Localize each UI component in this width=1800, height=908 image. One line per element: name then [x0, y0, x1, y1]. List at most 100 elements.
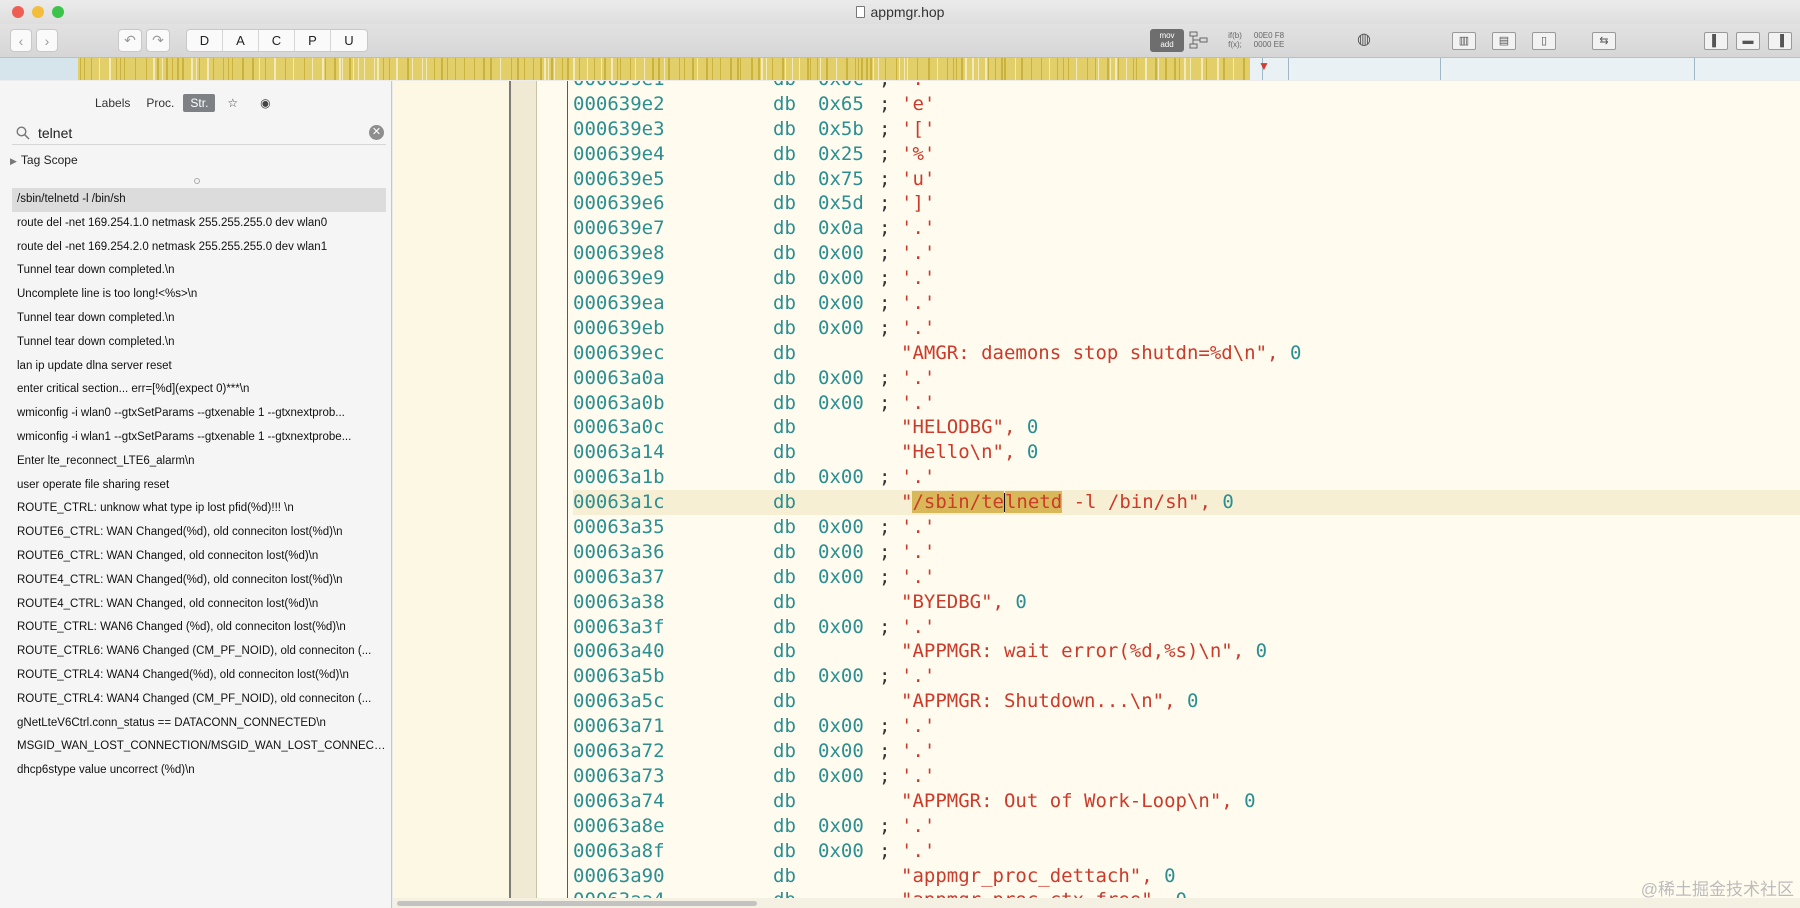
disassembly-view[interactable]: 000639e1db0x0c;'.'000639e2db0x65;'e'0006… — [393, 81, 1800, 908]
string-result-item[interactable]: MSGID_WAN_LOST_CONNECTION/MSGID_WAN_LOST… — [12, 735, 386, 759]
disasm-line[interactable]: 00063a40 db "APPMGR: wait error(%d,%s)\n",… — [573, 639, 1800, 664]
string-result-item[interactable]: ROUTE6_CTRL: WAN Changed(%d), old connec… — [12, 521, 386, 545]
search-input[interactable] — [38, 124, 358, 141]
undo-button[interactable]: ↶ — [118, 29, 142, 52]
back-button[interactable]: ‹ — [10, 29, 32, 52]
disasm-line[interactable]: 00063a3f db 0x00; '.' — [573, 615, 1800, 640]
toggle-bottom-panel-button[interactable]: ▬ — [1736, 32, 1760, 50]
string-result-item[interactable]: route del -net 169.254.2.0 netmask 255.2… — [12, 236, 386, 260]
disasm-line[interactable]: 00063a8e db 0x00; '.' — [573, 814, 1800, 839]
string-result-item[interactable]: enter critical section... err=[%d](expec… — [12, 378, 386, 402]
horizontal-scrollbar[interactable] — [393, 898, 1800, 908]
disasm-line[interactable]: 00063a5b db 0x00; '.' — [573, 664, 1800, 689]
string-result-item[interactable]: ROUTE_CTRL4: WAN4 Changed (CM_PF_NOID), … — [12, 688, 386, 712]
type-data-button[interactable]: D — [187, 30, 223, 51]
swap-panes-button[interactable]: ⇆ — [1592, 32, 1616, 50]
string-result-item[interactable]: ROUTE_CTRL4: WAN4 Changed(%d), old conne… — [12, 664, 386, 688]
single-pane-button[interactable]: ▯ — [1532, 32, 1556, 50]
disasm-line[interactable]: 000639e9 db 0x00; '.' — [573, 266, 1800, 291]
tab-tags-dot-icon[interactable]: ◉ — [250, 94, 280, 112]
tab-labels[interactable]: Labels — [88, 94, 137, 112]
string-result-item[interactable]: wmiconfig -i wlan0 --gtxSetParams --gtxe… — [12, 402, 386, 426]
disasm-line-selected[interactable]: 00063a1cdb"/sbin/telnetd -l /bin/sh", 0;… — [573, 490, 1800, 516]
clear-search-icon[interactable]: ✕ — [369, 125, 384, 140]
disasm-line[interactable]: 00063a37 db 0x00; '.' — [573, 565, 1800, 590]
redo-button[interactable]: ↷ — [146, 29, 170, 52]
tab-procedures[interactable]: Proc. — [139, 94, 181, 112]
cfg-mode-button[interactable] — [1182, 29, 1216, 52]
disasm-line[interactable]: 00063a74 db "APPMGR: Out of Work-Loop\n", … — [573, 789, 1800, 814]
string-result-item[interactable]: /sbin/telnetd -l /bin/sh — [12, 188, 386, 212]
disasm-line[interactable]: 000639e7 db 0x0a; '.' — [573, 216, 1800, 241]
disasm-line[interactable]: 00063a1b db 0x00; '.' — [573, 465, 1800, 490]
segment-navigation-bar[interactable]: ▼ — [0, 58, 1800, 80]
disasm-line[interactable]: 00063a72 db 0x00; '.' — [573, 739, 1800, 764]
disasm-line[interactable]: 00063a5cdb"APPMGR: Shutdown...\n", 0; DA… — [573, 689, 1800, 714]
tab-strings[interactable]: Str. — [183, 94, 216, 112]
string-result-item[interactable]: Tunnel tear down completed.\n — [12, 307, 386, 331]
string-result-item[interactable]: route del -net 169.254.1.0 netmask 255.2… — [12, 212, 386, 236]
tab-bookmarks-star-icon[interactable]: ☆ — [217, 94, 248, 112]
split-vertical-button[interactable]: ▥ — [1452, 32, 1476, 50]
disasm-line[interactable]: 000639e2 db 0x65; 'e' — [573, 92, 1800, 117]
string-result-item[interactable]: Tunnel tear down completed.\n — [12, 331, 386, 355]
disasm-line[interactable]: 000639ea db 0x00; '.' — [573, 291, 1800, 316]
string-result-item[interactable]: wmiconfig -i wlan1 --gtxSetParams --gtxe… — [12, 426, 386, 450]
horizontal-scrollbar-thumb[interactable] — [397, 901, 757, 906]
disasm-line[interactable]: 000639e5 db 0x75; 'u' — [573, 167, 1800, 192]
string-result-item[interactable]: ROUTE4_CTRL: WAN Changed(%d), old connec… — [12, 569, 386, 593]
toggle-left-sidebar-button[interactable]: ▌ — [1704, 32, 1728, 50]
type-code-button[interactable]: C — [259, 30, 295, 51]
disasm-line[interactable]: 000639e1 db 0x0c; '.' — [573, 81, 1800, 92]
disasm-line[interactable]: 00063a71 db 0x00; '.' — [573, 714, 1800, 739]
string-result-item[interactable]: ROUTE6_CTRL: WAN Changed, old conneciton… — [12, 545, 386, 569]
disasm-line[interactable]: 000639e4 db 0x25; '%' — [573, 142, 1800, 167]
assembly-mode-button[interactable]: mov add — [1150, 29, 1184, 52]
minimize-window-button[interactable] — [32, 6, 44, 18]
string-result-item[interactable]: Enter lte_reconnect_LTE6_alarm\n — [12, 450, 386, 474]
hex-mode-button[interactable]: 00E0 F8 0000 EE — [1252, 29, 1286, 52]
string-result-item[interactable]: ROUTE_CTRL: WAN6 Changed (%d), old conne… — [12, 616, 386, 640]
disasm-line[interactable]: 000639e8 db 0x00; '.' — [573, 241, 1800, 266]
disasm-line[interactable]: 00063a38db"BYEDBG", 0; DATA XREF=main+28… — [573, 590, 1800, 615]
string-result-item[interactable]: lan ip update dlna server reset — [12, 355, 386, 379]
string-result-item[interactable]: Uncomplete line is too long!<%s>\n — [12, 283, 386, 307]
split-horizontal-button[interactable]: ▤ — [1492, 32, 1516, 50]
disasm-line[interactable]: 00063a35 db 0x00; '.' — [573, 515, 1800, 540]
zoom-window-button[interactable] — [52, 6, 64, 18]
forward-button[interactable]: › — [36, 29, 58, 52]
close-window-button[interactable] — [12, 6, 24, 18]
disasm-line[interactable]: 00063a90db"appmgr_proc_dettach", 0; DATA… — [573, 864, 1800, 889]
string-result-item[interactable]: gNetLteV6Ctrl.conn_status == DATACONN_CO… — [12, 712, 386, 736]
type-ascii-button[interactable]: A — [223, 30, 259, 51]
disasm-line[interactable]: 00063a0a db 0x00; '.' — [573, 366, 1800, 391]
string-result-item[interactable]: ROUTE_CTRL6: WAN6 Changed (CM_PF_NOID), … — [12, 640, 386, 664]
disassembly-lines: 000639e1db0x0c;'.'000639e2db0x65;'e'0006… — [573, 81, 1800, 908]
disasm-line[interactable]: 00063a8f db 0x00; '.' — [573, 839, 1800, 864]
splitter-handle[interactable] — [194, 178, 200, 184]
toggle-right-sidebar-button[interactable]: ▐ — [1768, 32, 1792, 50]
disasm-line[interactable]: 00063a0cdb"HELODBG", 0; DATA XREF=main+2… — [573, 415, 1800, 440]
string-result-item[interactable]: user operate file sharing reset — [12, 474, 386, 498]
type-procedure-button[interactable]: P — [295, 30, 331, 51]
string-result-item[interactable]: ROUTE4_CTRL: WAN Changed, old conneciton… — [12, 593, 386, 617]
breakpoint-gutter[interactable] — [511, 81, 537, 898]
string-result-item[interactable]: dhcp6stype value uncorrect (%d)\n — [12, 759, 386, 783]
disasm-line[interactable]: 000639eb db 0x00; '.' — [573, 316, 1800, 341]
disasm-line[interactable]: 00063a73 db 0x00; '.' — [573, 764, 1800, 789]
disasm-line[interactable]: 000639e3 db 0x5b; '[' — [573, 117, 1800, 142]
disasm-line[interactable]: 00063a0b db 0x00; '.' — [573, 391, 1800, 416]
disasm-line[interactable]: 000639ec db "AMGR: daemons stop shutdn=%d\… — [573, 341, 1800, 366]
line-address: 00063a5c — [573, 690, 665, 713]
string-result-item[interactable]: Tunnel tear down completed.\n — [12, 259, 386, 283]
disasm-line[interactable]: 00063a14db"Hello\n", 0; DATA XREF=main+2… — [573, 440, 1800, 465]
hex-label-bottom: 0000 EE — [1253, 40, 1285, 49]
debugger-button[interactable]: ◍ — [1352, 32, 1376, 50]
disasm-line[interactable]: 000639e6 db 0x5d; ']' — [573, 191, 1800, 216]
type-undefined-button[interactable]: U — [331, 30, 367, 51]
nav-marker — [1015, 58, 1016, 80]
string-result-item[interactable]: ROUTE_CTRL: unknow what type ip lost pfi… — [12, 497, 386, 521]
pseudocode-mode-button[interactable]: if(b) f(x); — [1218, 29, 1252, 52]
disasm-line[interactable]: 00063a36 db 0x00; '.' — [573, 540, 1800, 565]
tag-scope-toggle[interactable]: ▶ Tag Scope — [10, 153, 78, 167]
